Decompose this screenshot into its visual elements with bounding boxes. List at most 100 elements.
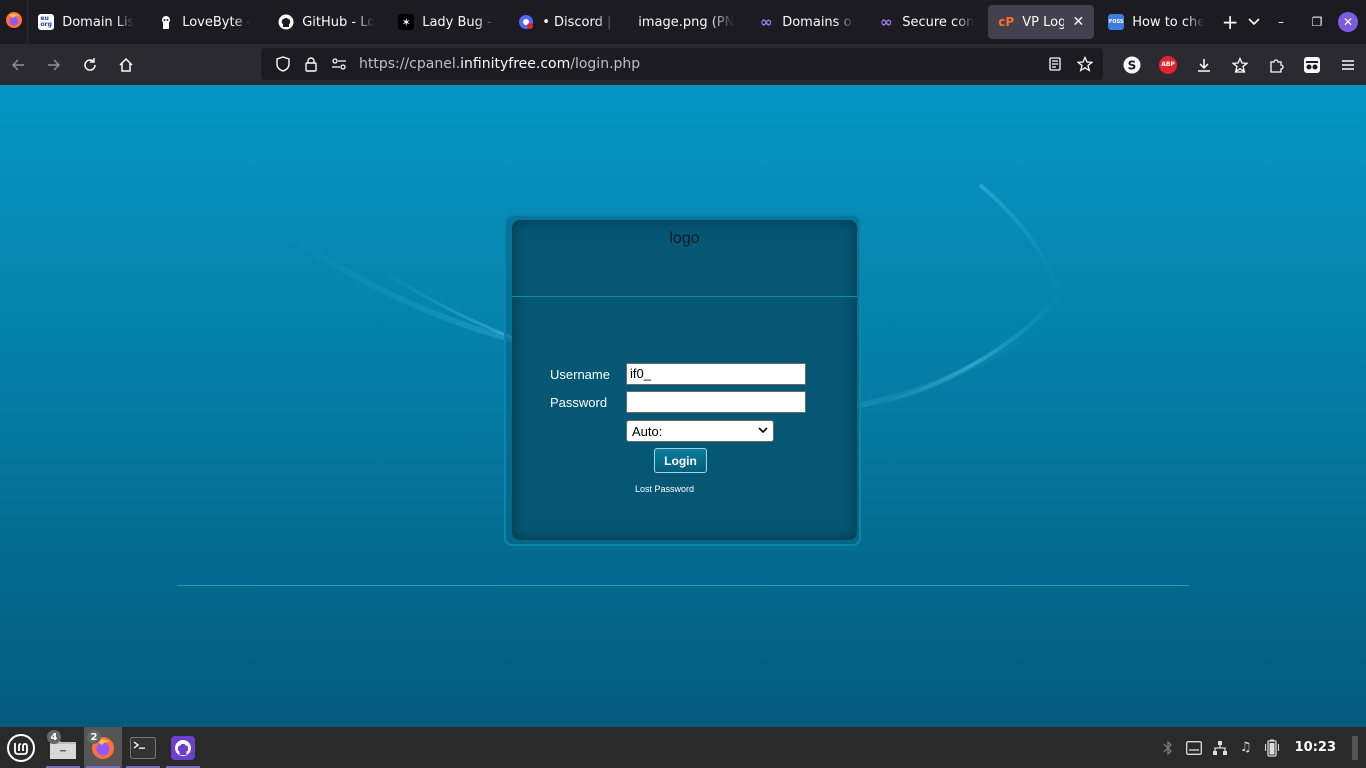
tab-strip: eu org Domain List LoveByte - GitHub - Lo… xyxy=(28,0,1218,44)
username-row: Username if0_ xyxy=(550,363,806,385)
linux-mint-icon xyxy=(7,733,35,762)
window-controls: – ❐ ✕ xyxy=(1266,7,1366,37)
address-bar[interactable]: https://cpanel.infinityfree.com/login.ph… xyxy=(261,48,1103,80)
tab-label: • Discord | E xyxy=(542,14,614,30)
tab-domain-list[interactable]: eu org Domain List xyxy=(28,5,144,39)
ladybug-icon: ✶ xyxy=(398,14,415,30)
tab-how-to-check[interactable]: FOSS How to che xyxy=(1098,5,1214,39)
tab-github[interactable]: GitHub - Lo xyxy=(268,5,384,39)
sound-icon[interactable]: ♫ xyxy=(1237,739,1255,757)
app-menu-button[interactable] xyxy=(1330,47,1366,83)
adblock-plus-icon: ABP xyxy=(1159,55,1177,74)
close-window-button[interactable]: ✕ xyxy=(1338,12,1358,32)
login-panel-frame: logo Username if0_ Password Auto: Login … xyxy=(504,214,861,546)
keyboard-icon[interactable] xyxy=(1185,739,1203,757)
firefox-menu-button[interactable] xyxy=(0,0,29,44)
adblock-plus-button[interactable]: ABP xyxy=(1150,47,1186,83)
reader-view-icon[interactable] xyxy=(1041,50,1069,78)
cpanel-icon: cP xyxy=(998,15,1015,29)
tab-discord[interactable]: • Discord | E xyxy=(508,5,624,39)
page-content: logo Username if0_ Password Auto: Login … xyxy=(0,85,1366,727)
system-tray: ♫ 10:23 xyxy=(1159,735,1366,760)
new-tab-button[interactable]: + xyxy=(1218,5,1242,39)
taskbar-firefox[interactable]: 2 xyxy=(84,727,122,768)
lovebyte-icon xyxy=(158,14,174,30)
tab-lady-bug[interactable]: ✶ Lady Bug - F xyxy=(388,5,504,39)
password-input[interactable] xyxy=(626,391,806,413)
username-input[interactable]: if0_ xyxy=(626,363,806,385)
footer-divider xyxy=(177,585,1189,586)
infinity-icon: ∞ xyxy=(879,13,893,31)
list-all-tabs-button[interactable] xyxy=(1242,5,1266,39)
plus-icon: + xyxy=(1221,10,1239,34)
discord-icon xyxy=(518,14,534,30)
language-select[interactable]: Auto: xyxy=(626,420,774,442)
tab-image-png[interactable]: image.png (PN xyxy=(628,5,744,39)
forward-button[interactable] xyxy=(36,47,72,83)
firefox-icon xyxy=(5,11,23,33)
logo-placeholder: logo xyxy=(669,230,700,247)
battery-icon[interactable] xyxy=(1263,739,1281,757)
restore-icon: ❐ xyxy=(1311,15,1323,29)
tab-label: GitHub - Lo xyxy=(302,14,375,30)
svg-text:S: S xyxy=(1128,58,1137,72)
tab-label: VP Login xyxy=(1022,14,1065,30)
taskbar-files[interactable]: 4 xyxy=(44,727,82,768)
bookmark-star-icon[interactable] xyxy=(1071,50,1099,78)
terminal-icon xyxy=(130,736,156,759)
password-row: Password xyxy=(550,391,806,413)
taskbar-github-desktop[interactable] xyxy=(164,727,202,768)
extensions-button[interactable] xyxy=(1258,47,1294,83)
close-icon: ✕ xyxy=(1342,15,1354,29)
tab-secure-connection[interactable]: ∞ Secure conn xyxy=(868,5,984,39)
chevron-down-icon xyxy=(758,426,768,437)
close-tab-icon[interactable]: ✕ xyxy=(1072,14,1084,30)
maximize-button[interactable]: ❐ xyxy=(1302,7,1332,37)
s-extension-button[interactable]: S xyxy=(1114,47,1150,83)
eu-org-icon: eu org xyxy=(38,14,55,30)
puzzle-icon xyxy=(1270,58,1284,73)
navigation-toolbar: https://cpanel.infinityfree.com/login.ph… xyxy=(0,44,1366,85)
s-extension-icon: S xyxy=(1123,56,1141,73)
hamburger-menu-icon xyxy=(1342,59,1354,70)
url-prefix: https://cpanel. xyxy=(359,56,461,72)
files-window-count: 4 xyxy=(47,730,61,744)
home-button[interactable] xyxy=(108,47,144,83)
clock[interactable]: 10:23 xyxy=(1295,740,1336,755)
github-icon xyxy=(278,14,294,30)
back-button[interactable] xyxy=(0,47,36,83)
tab-label: LoveByte - xyxy=(182,14,252,30)
bookmarks-button[interactable] xyxy=(1222,47,1258,83)
show-desktop-button[interactable] xyxy=(1352,735,1358,760)
tab-lovebyte[interactable]: LoveByte - xyxy=(148,5,264,39)
toolbar-extensions: S ABP xyxy=(1114,44,1366,85)
reload-icon xyxy=(84,57,96,71)
taskbar-terminal[interactable] xyxy=(124,727,162,768)
permissions-icon[interactable] xyxy=(325,50,353,78)
tracking-protection-shield-icon[interactable] xyxy=(269,50,297,78)
reload-button[interactable] xyxy=(72,47,108,83)
firefox-window-count: 2 xyxy=(87,730,101,744)
minimize-icon: – xyxy=(1278,15,1284,29)
login-button[interactable]: Login xyxy=(654,448,707,473)
tab-vp-login[interactable]: cP VP Login ✕ xyxy=(988,5,1095,39)
lost-password-link[interactable]: Lost Password xyxy=(635,484,694,494)
start-menu-button[interactable] xyxy=(0,727,42,768)
glasses-icon xyxy=(1304,56,1320,73)
address-bar-actions xyxy=(1041,50,1103,78)
url-text[interactable]: https://cpanel.infinityfree.com/login.ph… xyxy=(359,56,640,72)
incognito-extension-button[interactable] xyxy=(1294,47,1330,83)
tab-bar: eu org Domain List LoveByte - GitHub - Lo… xyxy=(0,0,1366,44)
back-arrow-icon xyxy=(11,58,24,71)
foss-linux-icon: FOSS xyxy=(1108,14,1125,30)
tab-domains[interactable]: ∞ Domains or xyxy=(748,5,864,39)
tab-label: How to che xyxy=(1132,14,1205,30)
forward-arrow-icon xyxy=(48,58,61,71)
downloads-button[interactable] xyxy=(1186,47,1222,83)
username-label: Username xyxy=(550,366,610,382)
lock-icon[interactable] xyxy=(297,50,325,78)
minimize-button[interactable]: – xyxy=(1266,7,1296,37)
url-path: /login.php xyxy=(570,56,641,72)
bluetooth-icon[interactable] xyxy=(1159,739,1177,757)
network-icon[interactable] xyxy=(1211,739,1229,757)
